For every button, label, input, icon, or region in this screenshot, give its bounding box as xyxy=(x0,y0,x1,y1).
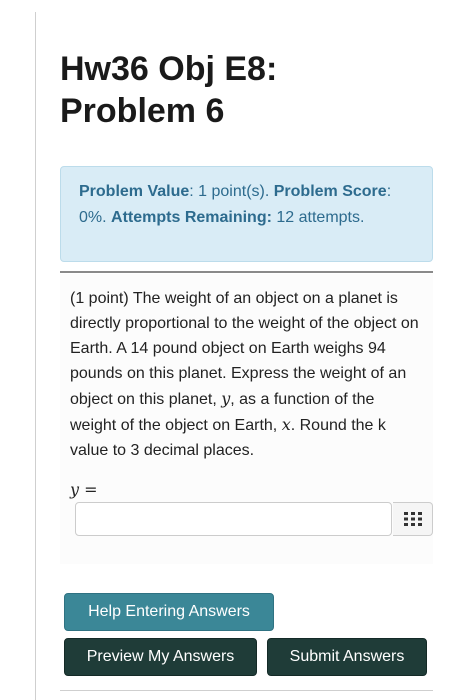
answer-equals: = xyxy=(79,480,98,499)
attempts-remaining-text: 12 attempts. xyxy=(271,209,365,226)
problem-info-box: Problem Value: 1 point(s). Problem Score… xyxy=(60,166,433,262)
problem-value-label: Problem Value xyxy=(79,183,190,200)
problem-value-text: : 1 point(s). xyxy=(189,183,270,200)
answer-label: y = xyxy=(70,480,98,499)
preview-answers-button[interactable]: Preview My Answers xyxy=(64,638,257,676)
variable-x: x xyxy=(281,415,291,434)
page-title-line1: Hw36 Obj E8: xyxy=(60,50,278,88)
bottom-divider xyxy=(60,690,433,691)
variable-y: y xyxy=(221,389,231,408)
help-entering-answers-button[interactable]: Help Entering Answers xyxy=(64,593,274,631)
problem-page: Hw36 Obj E8: Problem 6 Problem Value: 1 … xyxy=(0,0,465,700)
page-title-line2: Problem 6 xyxy=(60,92,225,130)
page-title: Hw36 Obj E8: Problem 6 xyxy=(60,48,440,132)
attempts-remaining-label: Attempts Remaining: xyxy=(111,209,272,226)
problem-body: (1 point) The weight of an object on a p… xyxy=(60,274,433,564)
problem-score-label: Problem Score xyxy=(273,183,387,200)
problem-statement: (1 point) The weight of an object on a p… xyxy=(70,286,423,463)
answer-input[interactable] xyxy=(75,502,392,536)
left-divider xyxy=(35,12,36,700)
submit-answers-button[interactable]: Submit Answers xyxy=(267,638,427,676)
problem-top-divider xyxy=(60,271,433,273)
answer-variable: y xyxy=(70,480,80,499)
keypad-button[interactable] xyxy=(393,502,433,536)
keypad-grid-icon xyxy=(403,512,422,526)
